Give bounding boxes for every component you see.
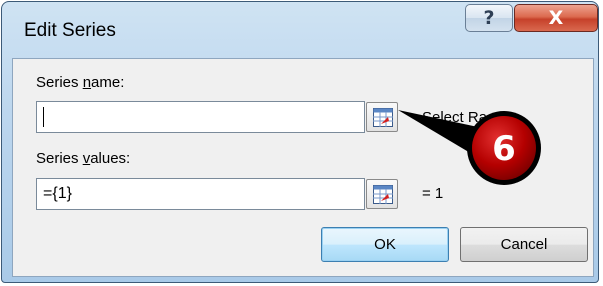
edit-series-dialog: Edit Series ? X Series name: Select Ra S… <box>1 1 599 283</box>
help-button[interactable]: ? <box>465 4 513 32</box>
series-values-range-button[interactable] <box>366 179 398 209</box>
series-name-label: Series name: <box>36 74 125 91</box>
series-values-preview: = 1 <box>422 185 444 202</box>
series-values-label: Series values: <box>36 150 131 167</box>
series-name-range-button[interactable] <box>366 102 398 132</box>
title-bar[interactable]: Edit Series ? X <box>2 2 598 58</box>
series-values-input[interactable]: ={1} <box>36 178 365 210</box>
dialog-body: Series name: Select Ra Series values: ={… <box>12 58 594 277</box>
close-button[interactable]: X <box>514 4 598 32</box>
text-caret <box>43 106 44 127</box>
ok-button[interactable]: OK <box>321 227 449 262</box>
collapse-dialog-icon <box>373 108 393 127</box>
cancel-button[interactable]: Cancel <box>460 227 588 262</box>
collapse-dialog-icon <box>373 185 393 204</box>
series-name-preview: Select Ra <box>422 109 488 126</box>
series-name-input[interactable] <box>36 101 365 133</box>
dialog-title: Edit Series <box>24 20 116 41</box>
